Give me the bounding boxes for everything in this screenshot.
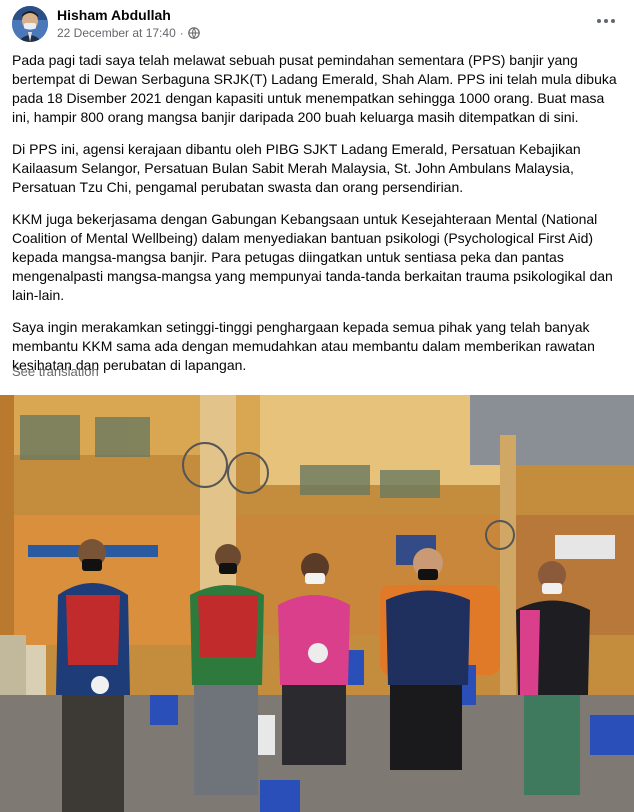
post-text: Pada pagi tadi saya telah melawat sebuah… [12,51,624,388]
post-photo-image [0,395,634,812]
globe-icon[interactable] [187,27,200,39]
post-paragraph-1: Pada pagi tadi saya telah melawat sebuah… [12,52,617,125]
avatar[interactable] [12,6,48,42]
post-timestamp[interactable]: 22 December at 17:40 [57,26,176,40]
post-meta: 22 December at 17:40 · [57,26,200,40]
avatar-image [12,6,48,42]
post-paragraph-2: Di PPS ini, agensi kerajaan dibantu oleh… [12,141,581,195]
post-paragraph-4: Saya ingin merakamkan setinggi-tinggi pe… [12,319,595,373]
meta-separator: · [179,26,184,40]
post-paragraph-3: KKM juga bekerjasama dengan Gabungan Keb… [12,211,613,303]
more-options-icon[interactable] [592,10,620,32]
see-translation-link[interactable]: See translation [12,364,99,379]
post-photo[interactable] [0,395,634,812]
author-name[interactable]: Hisham Abdullah [57,7,171,23]
post-header: Hisham Abdullah 22 December at 17:40 · [0,0,634,46]
